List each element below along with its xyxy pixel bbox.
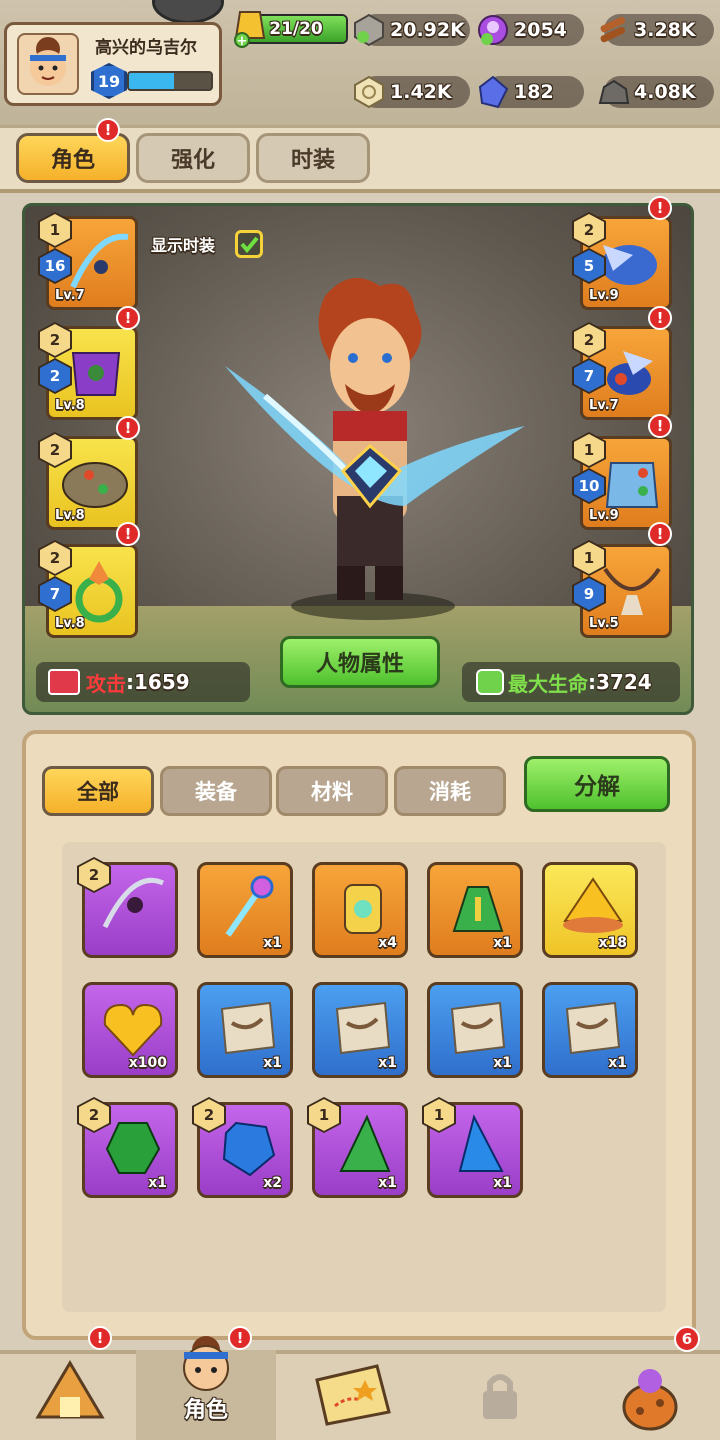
attack-stat: 攻击:1659 bbox=[36, 662, 250, 702]
svg-text:+: + bbox=[237, 34, 248, 48]
inv-tab-consumables[interactable]: 消耗 bbox=[394, 766, 506, 816]
lock-icon bbox=[483, 1374, 517, 1419]
inventory-item[interactable]: x1 2 bbox=[77, 1097, 178, 1198]
hero-character bbox=[225, 278, 525, 600]
item-count: x4 bbox=[378, 935, 397, 951]
checkmark-icon bbox=[240, 236, 259, 254]
item-count: x1 bbox=[378, 1055, 397, 1071]
inv-tab-all[interactable]: 全部 bbox=[42, 766, 154, 816]
inventory-item[interactable]: x18 bbox=[542, 862, 638, 958]
nav-character-label: 角色 bbox=[183, 1398, 228, 1423]
inventory-item[interactable]: x1 bbox=[542, 982, 638, 1078]
item-count: x18 bbox=[598, 935, 627, 951]
treasure-bag-icon bbox=[622, 1369, 678, 1431]
treasure-map-icon bbox=[315, 1364, 391, 1426]
item-count: x1 bbox=[608, 1055, 627, 1071]
nav-camp-alert-icon: ! bbox=[88, 1326, 112, 1350]
resource-stone[interactable]: 4.08K bbox=[598, 76, 714, 108]
gloves-alert-icon: ! bbox=[648, 414, 672, 438]
item-count: x1 bbox=[378, 1175, 397, 1191]
silver-coin-icon bbox=[350, 11, 388, 49]
inventory-item[interactable]: x1 1 bbox=[422, 1097, 523, 1198]
energy-plus-icon[interactable]: + bbox=[232, 8, 268, 49]
stone-ore-icon bbox=[594, 73, 632, 111]
item-count: x1 bbox=[263, 935, 282, 951]
item-count: x1 bbox=[493, 935, 512, 951]
nav-locked bbox=[430, 1350, 570, 1440]
max-hp-stat: 最大生命:3724 bbox=[462, 662, 680, 702]
inventory-item[interactable]: x1 bbox=[312, 982, 408, 1078]
inventory-item[interactable]: 2 bbox=[77, 857, 178, 958]
player-level-badge: 19 bbox=[91, 63, 127, 99]
pet2-alert-icon: ! bbox=[648, 306, 672, 330]
show-costume-label: 显示时装 bbox=[151, 236, 216, 255]
item-count: x1 bbox=[493, 1055, 512, 1071]
necklace-alert-icon: ! bbox=[648, 522, 672, 546]
tab-enhance[interactable]: 强化 bbox=[136, 133, 250, 183]
player-name: 高兴的乌吉尔 bbox=[95, 38, 197, 58]
armor-icon bbox=[71, 352, 121, 396]
show-costume-checkbox[interactable] bbox=[235, 230, 263, 258]
inventory-item[interactable]: x1 bbox=[197, 862, 293, 958]
item-count: x1 bbox=[493, 1175, 512, 1191]
player-profile[interactable]: 高兴的乌吉尔 19 bbox=[4, 22, 222, 106]
item-count: x100 bbox=[128, 1055, 167, 1071]
sword-icon bbox=[48, 669, 80, 695]
armor-alert-icon: ! bbox=[116, 306, 140, 330]
inventory-item[interactable]: x1 bbox=[197, 982, 293, 1078]
resource-rune-coin[interactable]: 1.42K bbox=[354, 75, 470, 109]
inv-tab-equipment[interactable]: 装备 bbox=[160, 766, 272, 816]
resource-wood[interactable]: 3.28K bbox=[600, 14, 714, 46]
nav-shop-badge: 6 bbox=[674, 1326, 700, 1352]
item-count: x1 bbox=[148, 1175, 167, 1191]
rune-coin-icon bbox=[350, 73, 388, 111]
nav-character-alert-icon: ! bbox=[228, 1326, 252, 1350]
item-count: x2 bbox=[263, 1175, 282, 1191]
inventory-item[interactable]: x4 bbox=[312, 862, 408, 958]
resource-silver[interactable]: 20.92K bbox=[354, 13, 470, 47]
blue-crystal-icon bbox=[474, 73, 512, 111]
inventory-item[interactable]: x100 bbox=[82, 982, 178, 1078]
wood-log-icon bbox=[594, 11, 632, 49]
xp-bar bbox=[127, 71, 213, 91]
purple-gem-icon bbox=[474, 11, 512, 49]
bow-icon bbox=[70, 233, 129, 289]
nav-shop[interactable] bbox=[580, 1350, 720, 1440]
inventory-item[interactable]: x1 bbox=[427, 862, 523, 958]
resource-blue-crystal[interactable]: 182 bbox=[478, 75, 584, 109]
heart-icon bbox=[476, 669, 504, 695]
tab-costume[interactable]: 时装 bbox=[256, 133, 370, 183]
nav-camp[interactable] bbox=[0, 1350, 140, 1440]
character-attributes-button[interactable]: 人物属性 bbox=[280, 636, 440, 688]
pants-icon bbox=[62, 462, 128, 508]
tab-character-alert-icon: ! bbox=[96, 118, 120, 142]
nav-map[interactable] bbox=[282, 1350, 422, 1440]
necklace-icon bbox=[603, 567, 661, 615]
pants-alert-icon: ! bbox=[116, 416, 140, 440]
xp-bar-fill bbox=[129, 73, 175, 89]
camp-tent-icon bbox=[35, 1360, 105, 1419]
inventory-item[interactable]: x2 2 bbox=[192, 1097, 293, 1198]
nav-character[interactable]: 角色 bbox=[136, 1336, 276, 1440]
pet-alert-icon: ! bbox=[648, 196, 672, 220]
resource-purple-gem[interactable]: 2054 bbox=[478, 14, 584, 46]
item-count: x1 bbox=[263, 1055, 282, 1071]
inventory-item[interactable]: x1 bbox=[427, 982, 523, 1078]
player-avatar bbox=[17, 33, 79, 95]
ring-alert-icon: ! bbox=[116, 522, 140, 546]
decompose-button[interactable]: 分解 bbox=[524, 756, 670, 812]
inventory-item[interactable]: x1 1 bbox=[307, 1097, 408, 1198]
inv-tab-materials[interactable]: 材料 bbox=[276, 766, 388, 816]
